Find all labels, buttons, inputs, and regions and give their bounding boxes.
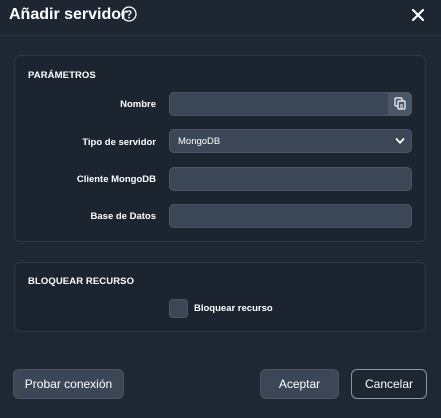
- accept-button[interactable]: Aceptar: [260, 369, 339, 399]
- lock-resource-checkbox-label[interactable]: Bloquear recurso: [194, 303, 273, 314]
- chevron-down-icon: [395, 138, 405, 144]
- name-field-group: [169, 92, 412, 116]
- lock-resource-panel: BLOQUEAR RECURSO: [14, 262, 426, 332]
- database-label: Base de Datos: [90, 211, 156, 222]
- cancel-button[interactable]: Cancelar: [351, 369, 427, 399]
- mongodb-client-label: Cliente MongoDB: [76, 174, 156, 185]
- server-type-label: Tipo de servidor: [82, 137, 156, 148]
- dialog-header: Añadir servidor: [0, 0, 441, 34]
- test-connection-button[interactable]: Probar conexión: [13, 369, 124, 399]
- lock-resource-section-title: BLOQUEAR RECURSO: [28, 276, 135, 287]
- dialog-title: Añadir servidor: [9, 6, 128, 23]
- server-type-value: MongoDB: [178, 136, 221, 147]
- add-server-dialog: Añadir servidor PARÁMETROS Nombre Tipo d…: [0, 0, 441, 418]
- name-input[interactable]: [169, 92, 412, 116]
- close-icon[interactable]: [411, 8, 425, 22]
- mongodb-client-input[interactable]: [169, 167, 412, 191]
- copy-icon: [394, 97, 406, 110]
- parameters-section-title: PARÁMETROS: [28, 70, 96, 81]
- name-addon-button[interactable]: [388, 92, 412, 116]
- server-type-select[interactable]: MongoDB: [169, 129, 412, 153]
- database-input[interactable]: [169, 204, 412, 228]
- lock-resource-checkbox[interactable]: [169, 299, 188, 318]
- name-label: Nombre: [120, 99, 156, 110]
- help-circle-icon[interactable]: [121, 6, 137, 22]
